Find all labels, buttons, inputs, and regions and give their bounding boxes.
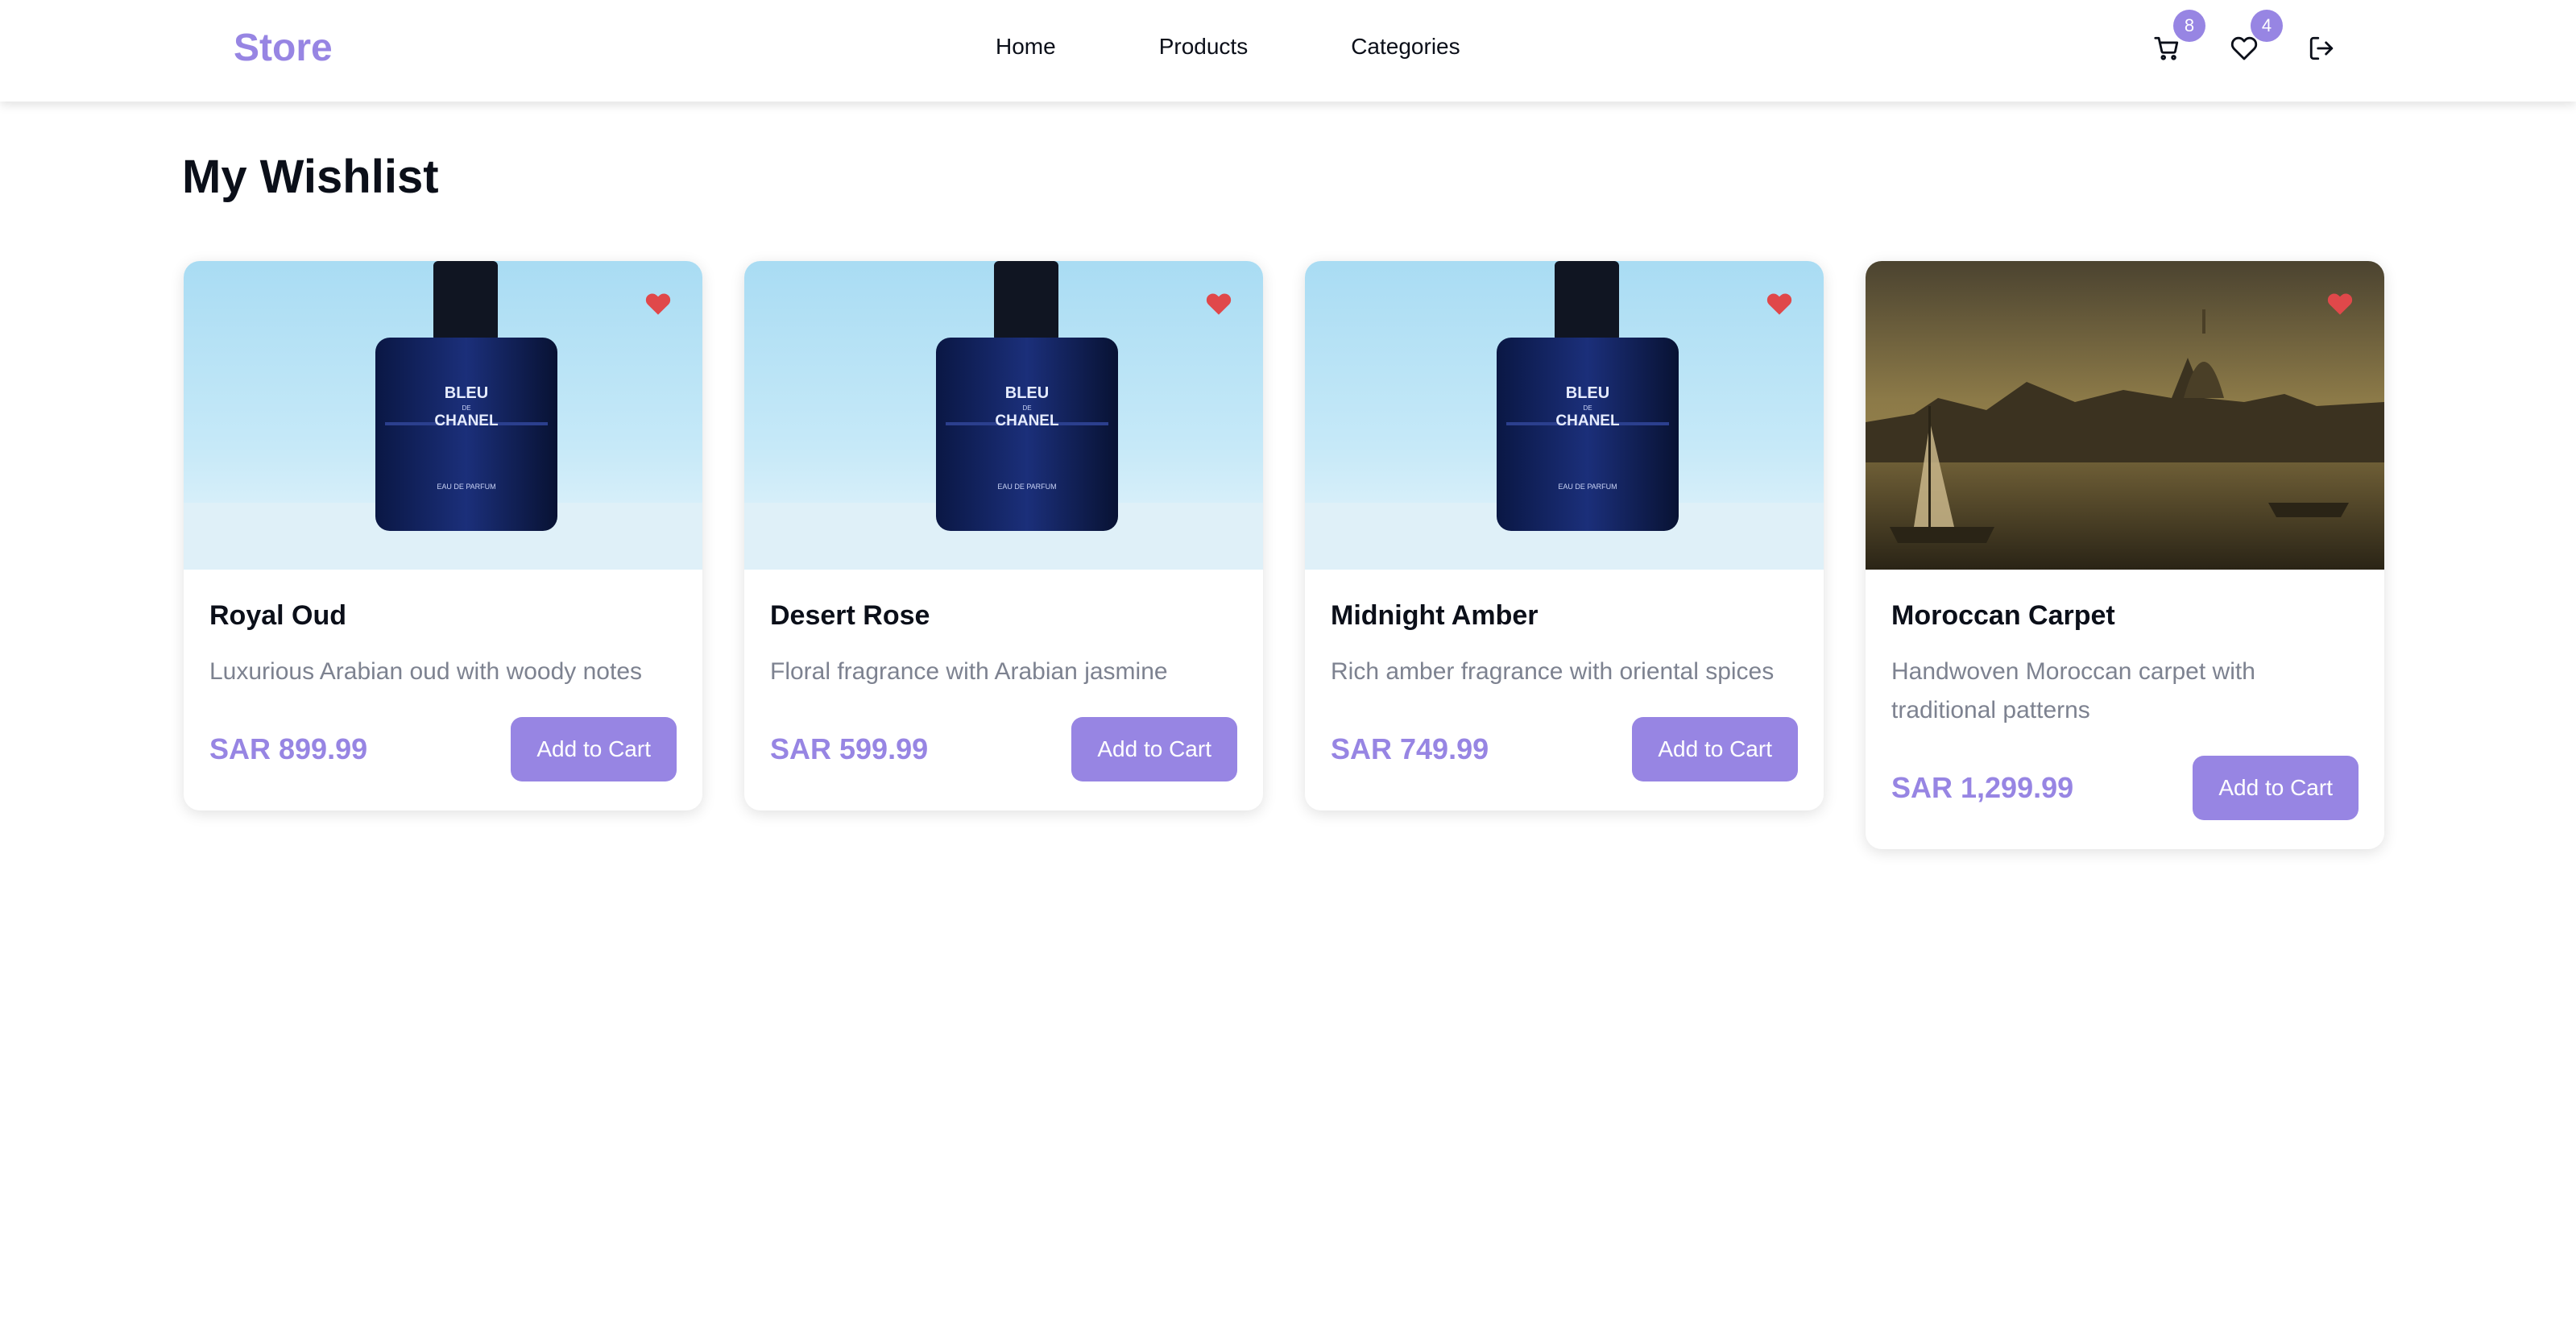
svg-text:CHANEL: CHANEL: [995, 412, 1059, 429]
svg-text:EAU DE PARFUM: EAU DE PARFUM: [1558, 483, 1617, 491]
top-navbar: Store Home Products Categories 8 4: [0, 0, 2576, 102]
add-to-cart-button[interactable]: Add to Cart: [2193, 756, 2359, 820]
heart-outline-icon: [2230, 36, 2258, 60]
perfume-bottle-image: BLEU DE CHANEL EAU DE PARFUM: [184, 261, 702, 570]
svg-text:DE: DE: [462, 404, 470, 412]
product-price: SAR 749.99: [1331, 732, 1489, 765]
wishlist-button[interactable]: 4: [2228, 10, 2283, 69]
svg-text:BLEU: BLEU: [1566, 384, 1609, 402]
cart-button[interactable]: 8: [2151, 10, 2205, 69]
svg-text:CHANEL: CHANEL: [434, 412, 499, 429]
wishlist-heart-icon[interactable]: [1205, 292, 1232, 316]
add-to-cart-button[interactable]: Add to Cart: [1071, 717, 1237, 781]
wishlist-heart-icon[interactable]: [1766, 292, 1793, 316]
wishlist-count-badge: 4: [2251, 10, 2283, 42]
page-title: My Wishlist: [182, 151, 439, 203]
product-price: SAR 599.99: [770, 732, 929, 765]
svg-text:DE: DE: [1022, 404, 1031, 412]
wishlist-card: Moroccan Carpet Handwoven Moroccan carpe…: [1866, 261, 2384, 849]
product-name: Moroccan Carpet: [1891, 600, 2115, 631]
perfume-bottle-image: BLEU DE CHANEL EAU DE PARFUM: [744, 261, 1263, 570]
product-description: Rich amber fragrance with oriental spice…: [1331, 658, 1775, 685]
svg-text:DE: DE: [1583, 404, 1592, 412]
product-image[interactable]: BLEU DE CHANEL EAU DE PARFUM: [1305, 261, 1824, 570]
perfume-bottle-image: BLEU DE CHANEL EAU DE PARFUM: [1305, 261, 1824, 570]
svg-text:EAU DE PARFUM: EAU DE PARFUM: [437, 483, 495, 491]
svg-text:BLEU: BLEU: [1005, 384, 1049, 402]
product-name: Royal Oud: [209, 600, 347, 631]
wishlist-heart-icon[interactable]: [2326, 292, 2354, 316]
add-to-cart-button[interactable]: Add to Cart: [511, 717, 677, 781]
nav-link-categories[interactable]: Categories: [1351, 34, 1460, 60]
nav-link-home[interactable]: Home: [996, 34, 1056, 60]
cart-count-badge: 8: [2173, 10, 2205, 42]
wishlist-card: BLEU DE CHANEL EAU DE PARFUM Midnight Am…: [1305, 261, 1824, 810]
product-price: SAR 1,299.99: [1891, 771, 2074, 804]
svg-text:CHANEL: CHANEL: [1555, 412, 1620, 429]
add-to-cart-button[interactable]: Add to Cart: [1632, 717, 1798, 781]
wishlist-heart-icon[interactable]: [644, 292, 672, 316]
product-description: Luxurious Arabian oud with woody notes: [209, 658, 643, 685]
wishlist-card: BLEU DE CHANEL EAU DE PARFUM Royal Oud L…: [184, 261, 702, 810]
wishlist-grid: BLEU DE CHANEL EAU DE PARFUM Royal Oud L…: [184, 261, 2384, 849]
nav-icons: 8 4: [2151, 10, 2338, 69]
product-name: Desert Rose: [770, 600, 930, 631]
product-price: SAR 899.99: [209, 732, 368, 765]
nav-link-products[interactable]: Products: [1159, 34, 1249, 60]
cart-icon: [2154, 36, 2179, 60]
product-description: Handwoven Moroccan carpet with tradition…: [1891, 658, 2255, 723]
product-image[interactable]: [1866, 261, 2384, 570]
logout-icon: [2309, 36, 2334, 60]
product-image[interactable]: BLEU DE CHANEL EAU DE PARFUM: [184, 261, 702, 570]
nav-links: Home Products Categories: [996, 34, 1460, 60]
harbor-painting-image: [1866, 261, 2384, 570]
svg-text:EAU DE PARFUM: EAU DE PARFUM: [997, 483, 1056, 491]
product-image[interactable]: BLEU DE CHANEL EAU DE PARFUM: [744, 261, 1263, 570]
brand-logo[interactable]: Store: [234, 26, 333, 70]
product-description: Floral fragrance with Arabian jasmine: [770, 658, 1168, 685]
wishlist-card: BLEU DE CHANEL EAU DE PARFUM Desert Rose…: [744, 261, 1263, 810]
product-name: Midnight Amber: [1331, 600, 1539, 631]
svg-text:BLEU: BLEU: [445, 384, 488, 402]
logout-button[interactable]: [2305, 27, 2338, 69]
